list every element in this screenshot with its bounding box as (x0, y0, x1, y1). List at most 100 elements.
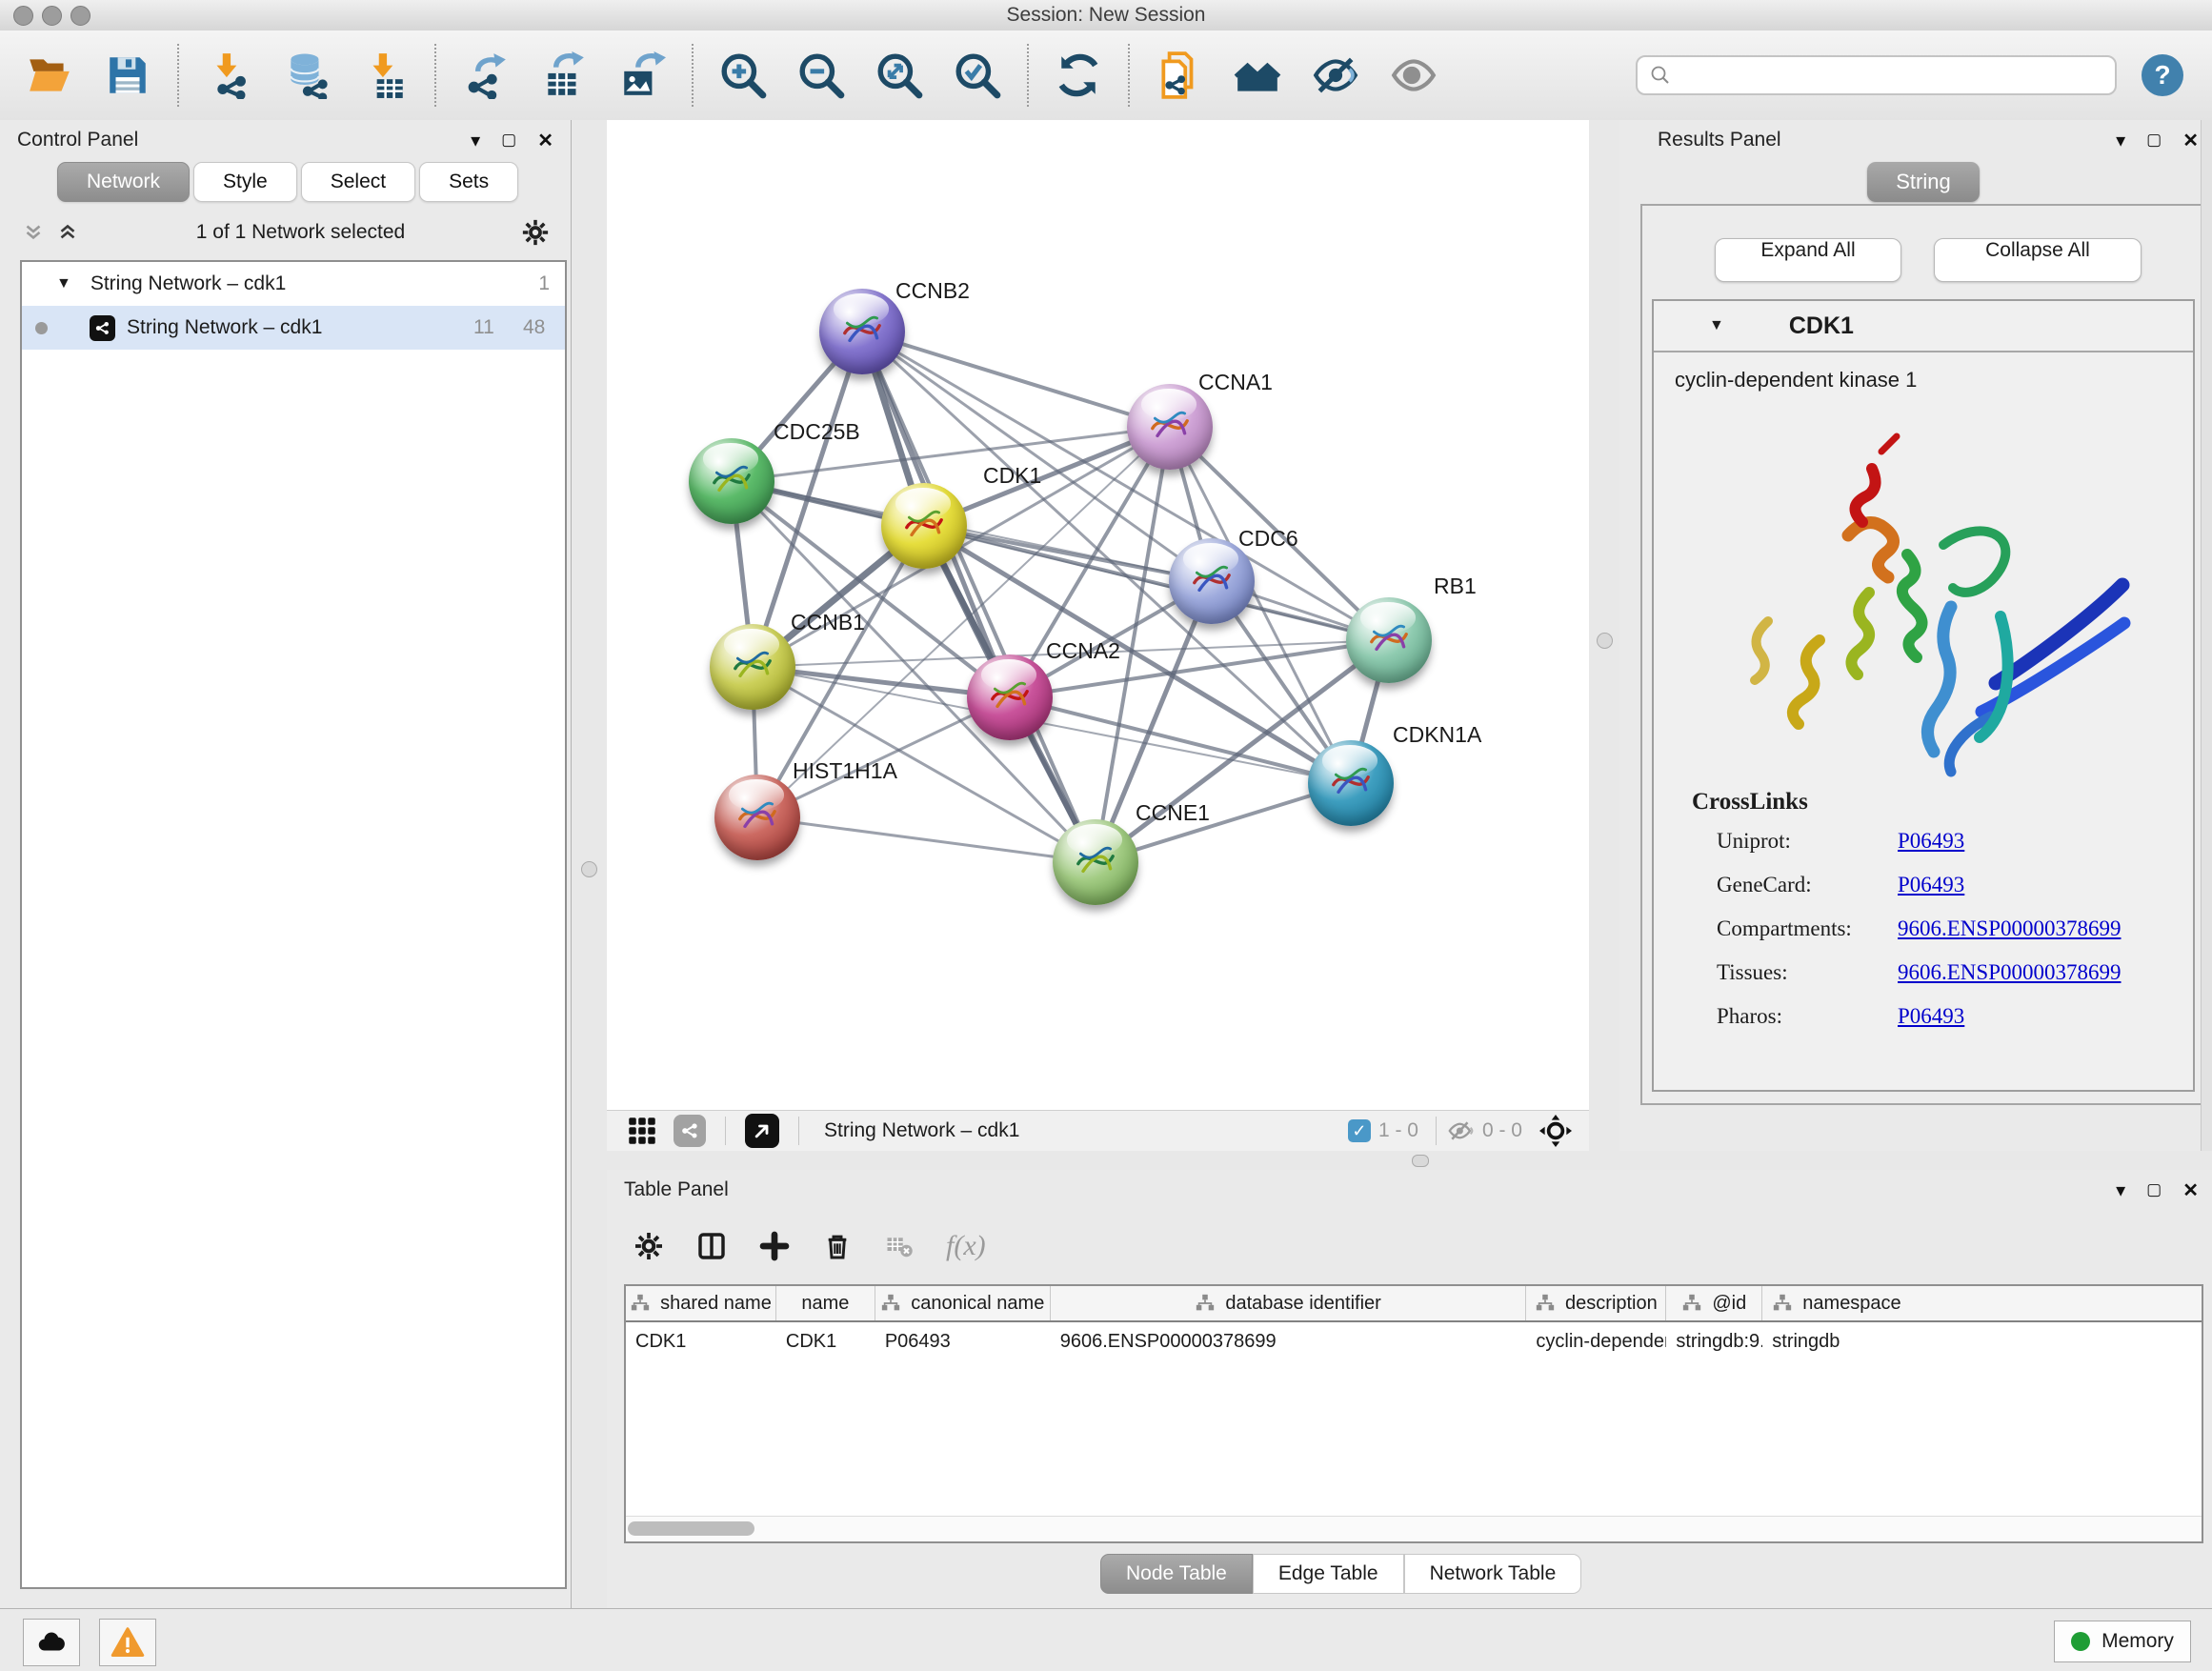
grid-mode-icon[interactable] (628, 1117, 656, 1145)
first-neighbors-button[interactable] (1233, 50, 1282, 100)
crosslink-genecard[interactable]: P06493 (1898, 873, 1964, 897)
horizontal-splitter-handle[interactable] (1412, 1155, 1429, 1167)
memory-button[interactable]: Memory (2054, 1621, 2191, 1662)
column-header-canonical-name[interactable]: canonical name (875, 1286, 1051, 1320)
results-close-icon[interactable]: ✕ (2182, 129, 2199, 152)
horizontal-splitter[interactable] (607, 1151, 2212, 1170)
show-all-button[interactable] (1389, 50, 1438, 100)
export-network-button[interactable] (461, 50, 511, 100)
network-node-cdkn1a[interactable] (1308, 740, 1394, 826)
collapse-all-icon[interactable] (21, 220, 46, 245)
import-network-file-button[interactable] (204, 50, 253, 100)
window-zoom-button[interactable] (70, 6, 90, 26)
zoom-in-button[interactable] (718, 50, 768, 100)
expand-all-icon[interactable] (55, 220, 80, 245)
network-node-ccna1[interactable] (1127, 384, 1213, 470)
network-mode-icon[interactable] (674, 1115, 706, 1147)
results-float-icon[interactable]: ▢ (2146, 131, 2162, 150)
scrollbar-thumb[interactable] (628, 1521, 754, 1536)
tab-network[interactable]: Network (57, 162, 190, 202)
export-table-button[interactable] (539, 50, 589, 100)
cell-database-identifier[interactable]: 9606.ENSP00000378699 (1051, 1331, 1527, 1353)
add-column-icon[interactable] (759, 1231, 790, 1261)
table-row[interactable]: CDK1 CDK1 P06493 9606.ENSP00000378699 cy… (626, 1322, 2202, 1360)
panel-menu-icon[interactable]: ▾ (471, 129, 480, 152)
save-session-button[interactable] (103, 50, 152, 100)
right-splitter[interactable] (1589, 120, 1619, 1170)
column-header-shared-name[interactable]: shared name (626, 1286, 776, 1320)
network-node-cdk1[interactable] (881, 483, 967, 569)
tab-string[interactable]: String (1867, 162, 1980, 202)
tab-edge-table[interactable]: Edge Table (1253, 1554, 1404, 1594)
gene-card-header[interactable]: ▼ CDK1 (1654, 301, 2193, 352)
cell-namespace[interactable]: stringdb (1762, 1331, 2202, 1353)
collection-expand-icon[interactable]: ▼ (56, 275, 71, 292)
collapse-all-button[interactable]: Collapse All (1934, 238, 2142, 282)
table-menu-icon[interactable]: ▾ (2116, 1178, 2125, 1202)
tab-style[interactable]: Style (193, 162, 297, 202)
search-field[interactable] (1672, 64, 2103, 88)
cloud-button[interactable] (23, 1619, 80, 1666)
network-canvas[interactable]: CCNB2CCNA1CDC25BCDK1CDC6RB1CCNB1CCNA2CDK… (607, 120, 1589, 1110)
right-splitter-handle[interactable] (1597, 633, 1613, 649)
cell-description[interactable]: cyclin-dependent ... (1526, 1331, 1666, 1353)
tab-select[interactable]: Select (301, 162, 415, 202)
window-close-button[interactable] (13, 6, 33, 26)
open-session-button[interactable] (25, 50, 74, 100)
cell-shared-name[interactable]: CDK1 (626, 1331, 776, 1353)
export-image-button[interactable] (617, 50, 667, 100)
delete-column-icon[interactable] (822, 1231, 853, 1261)
network-view[interactable]: CCNB2CCNA1CDC25BCDK1CDC6RB1CCNB1CCNA2CDK… (607, 120, 1589, 1151)
results-menu-icon[interactable]: ▾ (2116, 129, 2125, 152)
refresh-button[interactable] (1054, 50, 1103, 100)
network-node-ccne1[interactable] (1053, 819, 1138, 905)
table-settings-gear-icon[interactable] (633, 1231, 664, 1261)
column-header-name[interactable]: name (776, 1286, 875, 1320)
network-node-cdc25b[interactable] (689, 438, 774, 524)
network-row[interactable]: String Network – cdk1 11 48 (22, 306, 565, 350)
crosslink-uniprot[interactable]: P06493 (1898, 829, 1964, 854)
import-network-database-button[interactable] (282, 50, 332, 100)
network-collection-row[interactable]: ▼ String Network – cdk1 1 (22, 262, 565, 306)
help-button[interactable]: ? (2142, 54, 2183, 96)
crosslink-compartments[interactable]: 9606.ENSP00000378699 (1898, 916, 2122, 941)
tab-node-table[interactable]: Node Table (1100, 1554, 1253, 1594)
network-node-ccnb1[interactable] (710, 624, 795, 710)
table-close-icon[interactable]: ✕ (2182, 1178, 2199, 1202)
gene-expand-icon[interactable]: ▼ (1709, 317, 1724, 334)
zoom-selected-button[interactable] (953, 50, 1002, 100)
table-horizontal-scrollbar[interactable] (626, 1516, 2202, 1541)
column-header-namespace[interactable]: namespace (1762, 1286, 2202, 1320)
warnings-button[interactable] (99, 1619, 156, 1666)
network-node-rb1[interactable] (1346, 597, 1432, 683)
column-header-database-identifier[interactable]: database identifier (1051, 1286, 1527, 1320)
search-input[interactable] (1636, 55, 2117, 95)
network-node-ccnb2[interactable] (819, 289, 905, 374)
gear-icon[interactable] (521, 218, 550, 247)
show-columns-icon[interactable] (696, 1231, 727, 1261)
column-header-description[interactable]: description (1526, 1286, 1666, 1320)
panel-close-icon[interactable]: ✕ (537, 129, 553, 152)
column-header-id[interactable]: @id (1666, 1286, 1762, 1320)
cell-id[interactable]: stringdb:9... (1666, 1331, 1762, 1353)
import-table-file-button[interactable] (360, 50, 410, 100)
selected-checkbox-icon[interactable]: ✓ (1348, 1119, 1371, 1142)
detach-view-button[interactable] (745, 1114, 779, 1148)
panel-float-icon[interactable]: ▢ (501, 131, 516, 150)
table-float-icon[interactable]: ▢ (2146, 1180, 2162, 1199)
clone-network-button[interactable] (1155, 50, 1204, 100)
zoom-fit-button[interactable] (875, 50, 924, 100)
cell-canonical-name[interactable]: P06493 (875, 1331, 1051, 1353)
crosslink-tissues[interactable]: 9606.ENSP00000378699 (1898, 960, 2122, 985)
cell-name[interactable]: CDK1 (776, 1331, 875, 1353)
left-splitter[interactable] (572, 120, 607, 1608)
window-minimize-button[interactable] (42, 6, 62, 26)
network-node-ccna2[interactable] (967, 654, 1053, 740)
zoom-out-button[interactable] (796, 50, 846, 100)
crosslink-pharos[interactable]: P06493 (1898, 1004, 1964, 1029)
network-node-hist1h1a[interactable] (714, 775, 800, 860)
tab-network-table[interactable]: Network Table (1404, 1554, 1582, 1594)
hide-selected-button[interactable] (1311, 50, 1360, 100)
expand-all-button[interactable]: Expand All (1715, 238, 1901, 282)
tab-sets[interactable]: Sets (419, 162, 518, 202)
